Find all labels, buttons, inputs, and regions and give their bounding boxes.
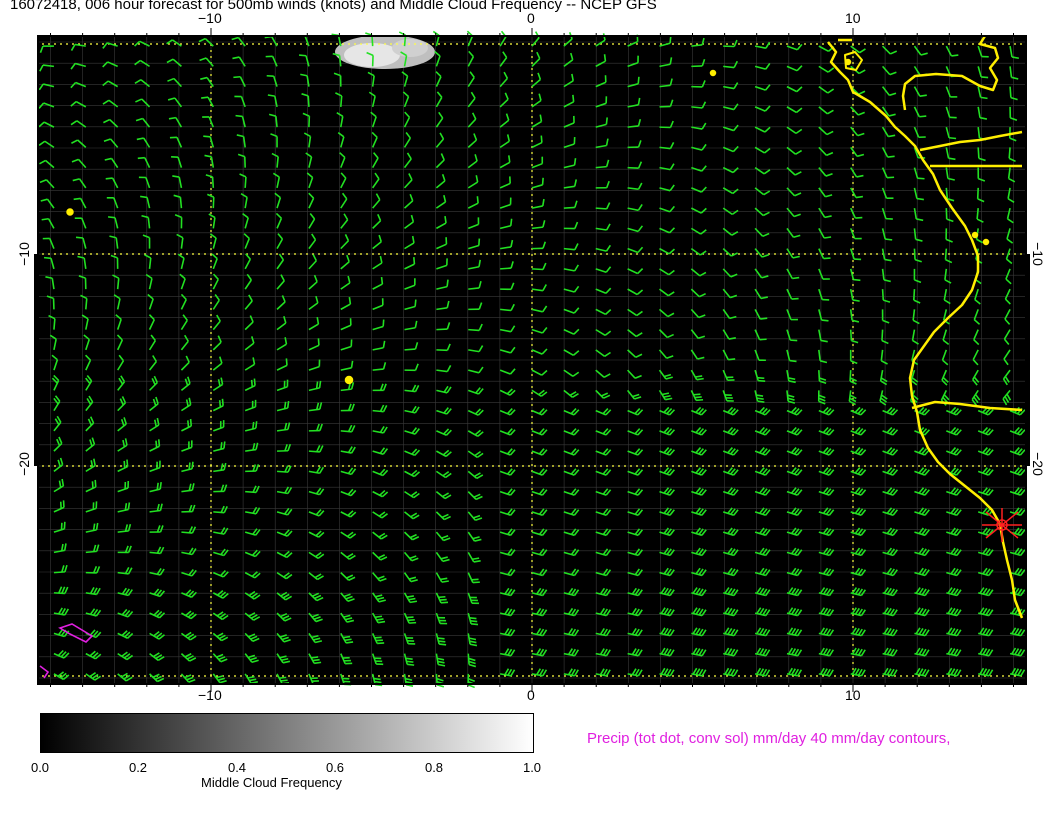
colorbar-label: Middle Cloud Frequency — [201, 775, 342, 790]
top-tick-label-3: 10 — [845, 10, 861, 26]
bottom-tick-label-2: 0 — [527, 687, 535, 703]
colorbar-tick-2: 0.4 — [227, 760, 247, 775]
top-tick-label-2: 0 — [527, 10, 535, 26]
colorbar — [40, 713, 534, 753]
left-tick-label-1: −10 — [15, 242, 32, 266]
colorbar-tick-0: 0.0 — [30, 760, 50, 775]
colorbar-tick-3: 0.6 — [325, 760, 345, 775]
left-tick-label-2: −20 — [15, 452, 32, 476]
bottom-tick-label-3: 10 — [845, 687, 861, 703]
precip-note: Precip (tot dot, conv sol) mm/day 40 mm/… — [587, 730, 951, 747]
top-tick-label-1: −10 — [198, 10, 222, 26]
location-marker — [982, 508, 1022, 542]
bottom-tick-label-1: −10 — [198, 687, 222, 703]
colorbar-tick-4: 0.8 — [424, 760, 444, 775]
cloud-patch — [335, 35, 435, 69]
right-tick-label-2: −20 — [1029, 452, 1046, 476]
colorbar-tick-1: 0.2 — [128, 760, 148, 775]
right-tick-label-1: −10 — [1029, 242, 1046, 266]
colorbar-tick-5: 1.0 — [522, 760, 542, 775]
